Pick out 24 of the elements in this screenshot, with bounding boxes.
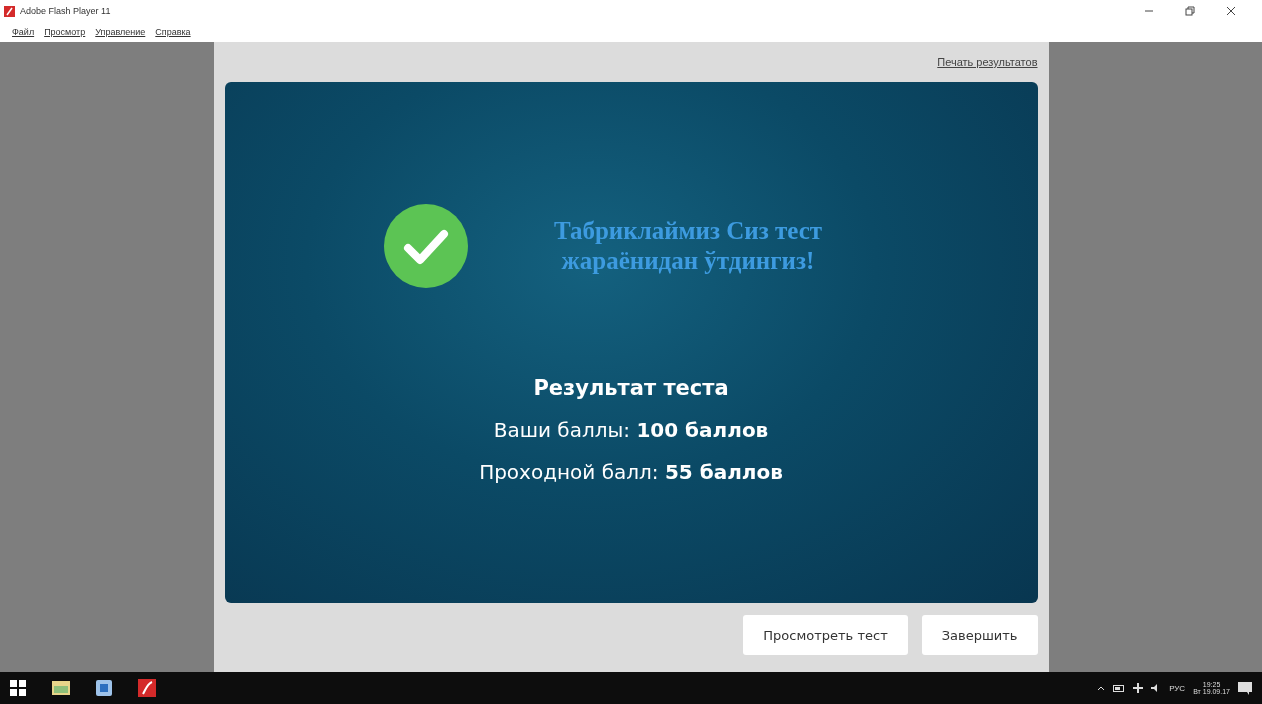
window-title: Adobe Flash Player 11 [20, 6, 112, 16]
close-icon[interactable] [1226, 6, 1236, 16]
review-test-button[interactable]: Просмотреть тест [743, 615, 908, 655]
congratulation-heading: Табриклаймиз Сиз тест жараёнидан ўтдингиз! [552, 216, 824, 276]
language-indicator[interactable]: РУС [1169, 683, 1186, 693]
chevron-up-icon[interactable] [1097, 685, 1106, 691]
document-icon[interactable] [96, 680, 112, 696]
menu-item[interactable]: Просмотр [44, 27, 86, 37]
battery-icon[interactable] [1113, 684, 1126, 692]
result-title: Результат теста [533, 376, 729, 400]
menu-item[interactable]: Управление [95, 27, 146, 37]
print-results-link[interactable]: Печать результатов [937, 56, 1038, 68]
score-text: Проходной балл: 55 баллов [479, 460, 783, 484]
finish-button[interactable]: Завершить [921, 615, 1038, 655]
checkmark-icon [384, 204, 468, 288]
notification-icon[interactable] [1238, 681, 1252, 695]
app-icon [4, 5, 15, 17]
network-icon[interactable] [1133, 683, 1144, 693]
windows-start-icon[interactable] [10, 680, 26, 696]
restore-icon[interactable] [1185, 6, 1195, 16]
menu-item[interactable]: Справка [155, 27, 191, 37]
menu-item[interactable]: Файл [12, 27, 35, 37]
score-text: Ваши баллы: 100 баллов [493, 418, 769, 442]
flash-player-icon[interactable] [138, 679, 156, 697]
